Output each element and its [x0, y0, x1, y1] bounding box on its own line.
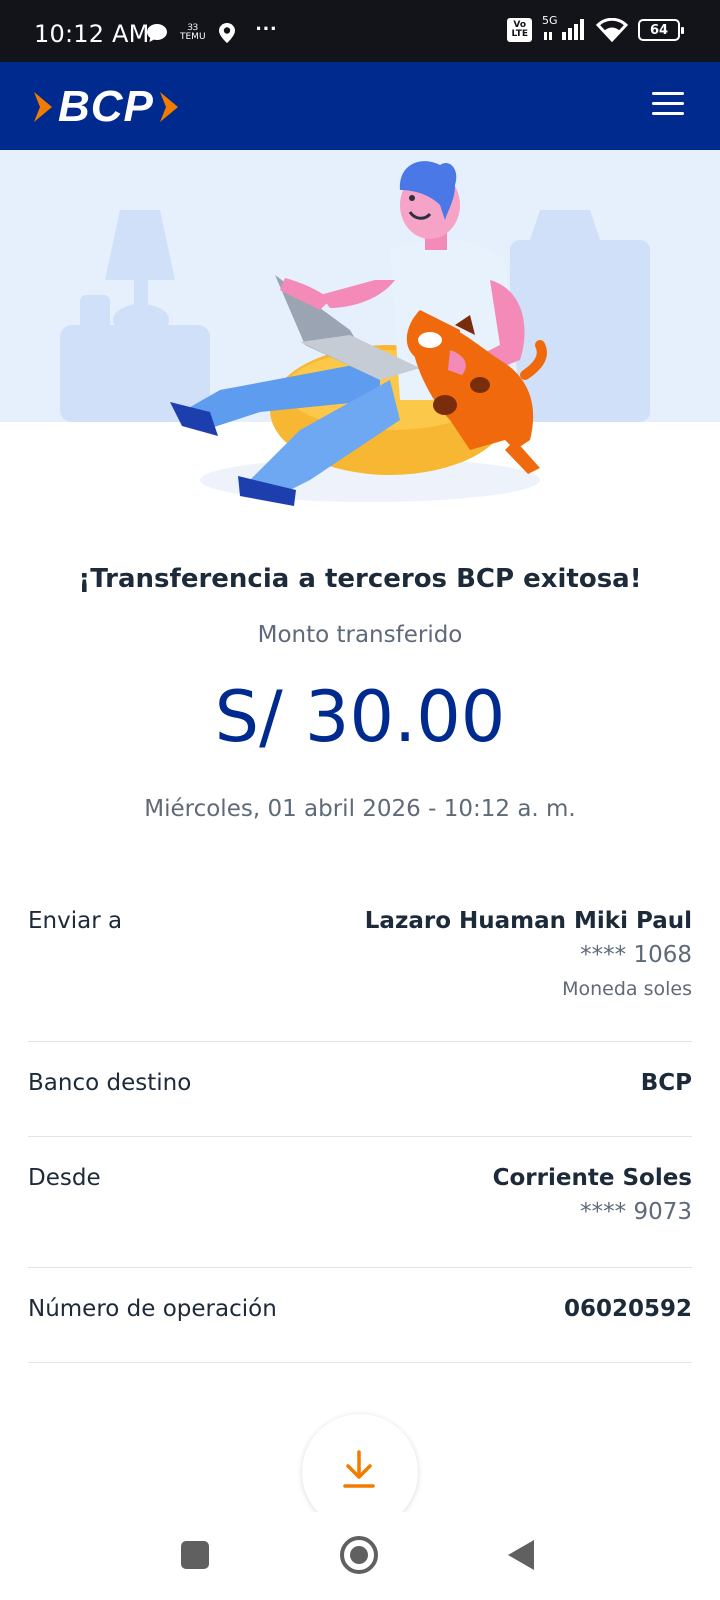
logo-right-chevron-icon — [159, 92, 178, 122]
send-to-values: Lazaro Huaman Miki Paul **** 1068 Moneda… — [365, 880, 692, 1041]
hamburger-icon-line — [652, 112, 684, 115]
hamburger-icon-line — [652, 102, 684, 105]
recipient-name: Lazaro Huaman Miki Paul — [364, 908, 692, 934]
operation-label: Número de operación — [28, 1296, 277, 1322]
from-account-type: Corriente Soles — [492, 1165, 692, 1191]
download-icon — [343, 1450, 375, 1488]
battery-icon: 64 — [638, 19, 684, 41]
recent-apps-icon[interactable] — [181, 1541, 209, 1569]
brand-name: BCP — [58, 82, 154, 131]
bank-value: BCP — [640, 1070, 692, 1096]
from-account: **** 9073 — [580, 1199, 692, 1225]
transfer-datetime: Miércoles, 01 abril 2026 - 10:12 a. m. — [144, 796, 576, 822]
hamburger-icon — [652, 92, 684, 95]
logo-left-chevron-icon — [34, 92, 52, 122]
back-icon[interactable] — [508, 1540, 534, 1570]
transfer-details: Enviar a Lazaro Huaman Miki Paul **** 10… — [28, 880, 692, 1363]
bcp-logo[interactable]: BCP — [30, 82, 182, 132]
wifi-icon — [596, 18, 628, 42]
bank-values: BCP — [641, 1042, 692, 1136]
recipient-currency: Moneda soles — [562, 978, 692, 1000]
person-with-dog-illustration — [0, 150, 720, 506]
from-label: Desde — [28, 1165, 101, 1191]
detail-row-bank: Banco destino BCP — [28, 1042, 692, 1137]
hamburger-menu-button[interactable] — [652, 92, 684, 118]
detail-row-from: Desde Corriente Soles **** 9073 — [28, 1137, 692, 1268]
from-values: Corriente Soles **** 9073 — [493, 1137, 692, 1267]
detail-row-operation: Número de operación 06020592 — [28, 1268, 692, 1363]
recipient-account: **** 1068 — [580, 942, 692, 968]
more-notifications-icon: ··· — [255, 16, 278, 41]
status-notification-icons: ꞫꞫ TEMU ··· — [146, 16, 278, 44]
status-time: 10:12 AM — [34, 20, 150, 48]
send-to-label: Enviar a — [28, 908, 123, 934]
chat-bubble-icon — [147, 24, 167, 42]
volte-icon: Vo LTE — [507, 18, 532, 42]
amount-label: Monto transferido — [257, 622, 463, 648]
temu-icon: ꞫꞫ TEMU — [180, 23, 206, 42]
app-header: BCP — [0, 62, 720, 150]
detail-row-send-to: Enviar a Lazaro Huaman Miki Paul **** 10… — [28, 880, 692, 1042]
status-system-icons: Vo LTE 5G 64 — [507, 15, 684, 42]
status-bar: 10:12 AM ꞫꞫ TEMU ··· Vo LTE 5G 64 — [0, 0, 720, 62]
transfer-amount: S/ 30.00 — [214, 676, 506, 758]
location-pin-icon — [218, 23, 235, 43]
operation-values: 06020592 — [564, 1268, 692, 1362]
home-icon[interactable] — [340, 1536, 378, 1574]
signal-icon: 5G — [542, 15, 586, 42]
bank-label: Banco destino — [28, 1070, 192, 1096]
success-illustration — [0, 150, 720, 520]
system-nav-bar — [0, 1512, 720, 1600]
operation-number: 06020592 — [563, 1296, 692, 1322]
success-title: ¡Transferencia a terceros BCP exitosa! — [78, 564, 642, 594]
